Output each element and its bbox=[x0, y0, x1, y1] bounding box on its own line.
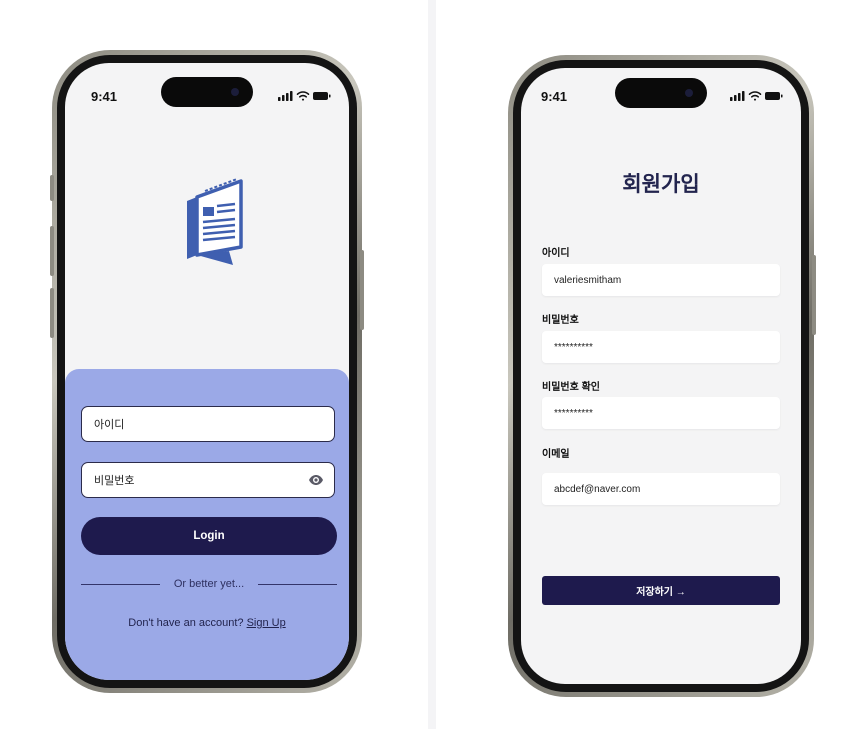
password-label: 비밀번호 bbox=[542, 315, 579, 326]
password-placeholder: 비밀번호 bbox=[94, 475, 135, 487]
signal-icon bbox=[730, 91, 745, 101]
divider-line-right bbox=[258, 583, 337, 585]
email-field[interactable]: abcdef@naver.com bbox=[542, 473, 780, 505]
signup-phone-frame: 9:41 회원가입 아이디 valeriesmitham 비밀번호 ******… bbox=[508, 55, 816, 697]
wifi-icon bbox=[748, 91, 762, 101]
username-input[interactable]: 아이디 bbox=[81, 406, 335, 442]
wifi-icon bbox=[296, 91, 310, 101]
login-phone-frame: 9:41 아이디 비밀번호 Login Or better yet... Don… bbox=[50, 50, 364, 693]
signup-prompt: Don't have an account? Sign Up bbox=[65, 617, 349, 629]
camera-dot bbox=[685, 89, 693, 97]
volume-down-button bbox=[50, 288, 54, 338]
page-title: 회원가입 bbox=[622, 173, 700, 196]
password-confirm-label: 비밀번호 확인 bbox=[542, 382, 600, 393]
status-time: 9:41 bbox=[541, 89, 568, 104]
status-time: 9:41 bbox=[91, 89, 118, 104]
panel-divider bbox=[428, 0, 436, 729]
dynamic-island bbox=[161, 77, 253, 107]
login-button[interactable]: Login bbox=[81, 517, 337, 555]
username-field[interactable]: valeriesmitham bbox=[542, 264, 780, 296]
no-account-text: Don't have an account? bbox=[128, 617, 247, 629]
signal-icon bbox=[278, 91, 293, 101]
password-confirm-field[interactable]: ********** bbox=[542, 397, 780, 429]
login-panel: 아이디 비밀번호 Login Or better yet... Don't ha… bbox=[65, 369, 349, 680]
battery-icon bbox=[313, 92, 331, 100]
username-placeholder: 아이디 bbox=[94, 419, 125, 431]
username-value: valeriesmitham bbox=[554, 274, 622, 286]
password-confirm-value: ********** bbox=[554, 407, 593, 419]
action-button bbox=[50, 175, 54, 201]
password-input[interactable]: 비밀번호 bbox=[81, 462, 335, 498]
dynamic-island bbox=[615, 78, 707, 108]
power-button bbox=[812, 255, 816, 335]
password-value: ********** bbox=[554, 341, 593, 353]
password-field[interactable]: ********** bbox=[542, 331, 780, 363]
eye-icon[interactable] bbox=[308, 474, 324, 486]
or-divider: Or better yet... bbox=[81, 577, 337, 591]
email-value: abcdef@naver.com bbox=[554, 483, 641, 495]
signup-link[interactable]: Sign Up bbox=[247, 617, 286, 629]
status-icons bbox=[729, 89, 785, 103]
signup-screen: 9:41 회원가입 아이디 valeriesmitham 비밀번호 ******… bbox=[521, 68, 801, 684]
email-label: 이메일 bbox=[542, 449, 570, 460]
camera-dot bbox=[231, 88, 239, 96]
volume-up-button bbox=[50, 226, 54, 276]
divider-line-left bbox=[81, 583, 160, 585]
newspaper-icon bbox=[183, 169, 249, 265]
power-button bbox=[360, 250, 364, 330]
status-icons bbox=[277, 89, 333, 103]
username-label: 아이디 bbox=[542, 248, 570, 259]
login-screen: 9:41 아이디 비밀번호 Login Or better yet... Don… bbox=[65, 63, 349, 680]
save-button[interactable]: 저장하기 → bbox=[542, 576, 780, 605]
divider-text: Or better yet... bbox=[173, 578, 245, 590]
battery-icon bbox=[765, 92, 783, 100]
